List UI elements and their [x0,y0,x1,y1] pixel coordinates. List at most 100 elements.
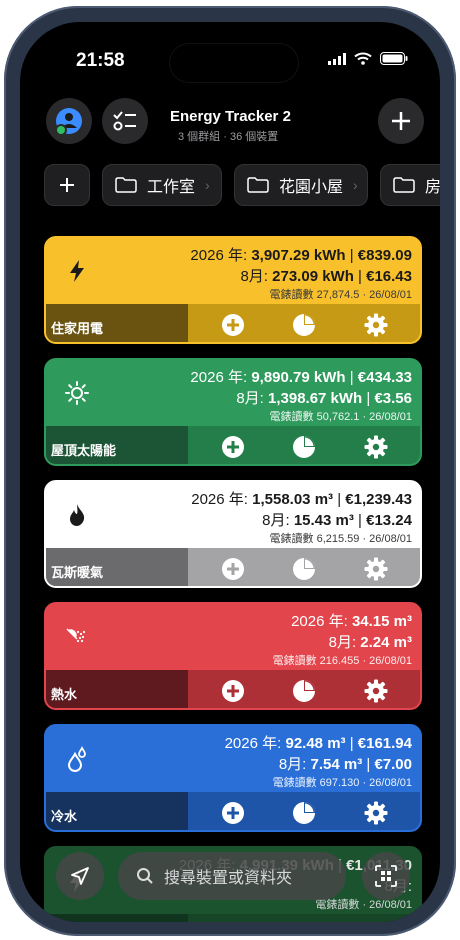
water-drops-icon [64,745,90,772]
location-button[interactable] [56,852,104,900]
qr-scan-icon [375,865,397,887]
card-summary: 2026 年: 92.48 m³ | €161.94 8月: 7.54 m³ |… [46,726,420,792]
separator: | [353,512,367,529]
card-actions: 屋頂太陽能 [46,426,420,464]
settings-button[interactable] [364,801,388,825]
add-reading-button[interactable] [221,557,245,581]
meter-reading: 電錶讀數 6,215.59 · 26/08/01 [269,533,412,545]
month-cost: €13.24 [366,512,412,529]
plus-icon [392,112,410,130]
clock: 21:58 [76,50,125,71]
month-cost: €7.00 [374,756,412,773]
device-card[interactable]: 2026 年: 3,907.29 kWh | €839.09 8月: 273.0… [44,236,422,344]
month-cost: €3.56 [374,390,412,407]
statistics-button[interactable] [292,313,316,337]
separator: | [345,735,358,752]
statistics-button[interactable] [292,801,316,825]
meter-reading: 電錶讀數 216.455 · 26/08/01 [272,655,412,667]
month-label: 8月: [278,756,307,773]
pie-chart-icon [293,680,315,702]
year-row: 2026 年: 9,890.79 kWh | €434.33 [190,366,412,387]
statistics-button[interactable] [292,679,316,703]
device-name: 屋頂太陽能 [46,426,188,464]
card-actions: 冷水 [46,792,420,830]
card-actions: 熱水 [46,670,420,708]
chevron-right-icon: › [205,177,210,193]
meter-reading: 電錶讀數 697.130 · 26/08/01 [272,777,412,789]
month-label: 8月: [262,512,290,529]
shower-icon [64,624,90,650]
device-card[interactable]: 2026 年: 1,558.03 m³ | €1,239.43 8月: 15.4… [44,480,422,588]
separator: | [345,369,358,386]
year-row: 2026 年: 1,558.03 m³ | €1,239.43 [191,488,412,509]
settings-button[interactable] [364,557,388,581]
phone-frame: 21:58 Energy Tracker 2 3 個群組 · 36 個裝置 工作… [4,6,456,936]
add-reading-button[interactable] [221,801,245,825]
device-card[interactable]: 2026 年: 34.15 m³ 8月: 2.24 m³ 電錶讀數 216.45… [44,602,422,710]
meter-reading: 電錶讀數 27,874.5 · 26/08/01 [269,289,412,301]
dynamic-island [170,44,298,82]
year-label: 2026 年: [291,613,348,630]
add-reading-button[interactable] [221,313,245,337]
month-row: 8月: 2.24 m³ [329,631,412,652]
folder-label: 花園小屋 [279,179,344,196]
folder-chip[interactable]: 花園小屋 › [234,164,368,206]
checklist-button[interactable] [102,98,148,144]
folder-chip[interactable]: 工作室 › [102,164,222,206]
pie-chart-icon [293,436,315,458]
add-reading-button[interactable] [221,435,245,459]
bolt-icon [64,258,90,284]
month-cost: €16.43 [366,268,412,285]
settings-button[interactable] [364,435,388,459]
search-field[interactable]: 搜尋裝置或資料夾 [118,852,346,900]
pie-chart-icon [293,802,315,824]
folder-chip[interactable]: 房 [380,164,440,206]
month-quantity: 1,398.67 kWh [268,390,363,407]
year-quantity: 34.15 m³ [351,613,412,630]
app-subtitle: 3 個群組 · 36 個裝置 [178,131,279,143]
year-label: 2026 年: [190,247,248,264]
plus-circle-icon [222,436,244,458]
card-summary: 2026 年: 1,558.03 m³ | €1,239.43 8月: 15.4… [46,482,420,548]
device-card[interactable]: 2026 年: 92.48 m³ | €161.94 8月: 7.54 m³ |… [44,724,422,832]
signal-icon [328,52,346,65]
add-folder-button[interactable] [44,164,90,206]
battery-icon [380,52,408,65]
card-summary: 2026 年: 34.15 m³ 8月: 2.24 m³ 電錶讀數 216.45… [46,604,420,670]
year-label: 2026 年: [224,735,282,752]
month-label: 8月: [328,634,357,651]
add-reading-button[interactable] [221,679,245,703]
settings-button[interactable] [364,313,388,337]
device-card[interactable]: 2026 年: 9,890.79 kWh | €434.33 8月: 1,398… [44,358,422,466]
month-row: 8月: 7.54 m³ | €7.00 [279,753,412,774]
device-name: 熱水 [46,670,188,708]
month-row: 8月: 273.09 kWh | €16.43 [240,265,412,286]
month-quantity: 7.54 m³ [310,756,363,773]
statistics-button[interactable] [292,435,316,459]
search-placeholder: 搜尋裝置或資料夾 [164,870,293,887]
add-device-button[interactable] [378,98,424,144]
year-quantity: 1,558.03 m³ [252,491,334,508]
separator: | [353,268,367,285]
month-row: 8月: 1,398.67 kWh | €3.56 [236,387,412,408]
scan-button[interactable] [362,852,410,900]
folder-bar: 工作室 › 花園小屋 › 房 [44,164,440,208]
wifi-icon [354,52,372,65]
statistics-button[interactable] [292,557,316,581]
gear-icon [364,435,388,459]
gear-icon [364,313,388,337]
card-summary: 2026 年: 3,907.29 kWh | €839.09 8月: 273.0… [46,238,420,304]
year-label: 2026 年: [191,491,248,508]
location-arrow-icon [71,867,89,885]
device-name: 住家用電 [46,304,188,342]
profile-button[interactable] [46,98,92,144]
year-quantity: 92.48 m³ [285,735,346,752]
pie-chart-icon [293,314,315,336]
separator: | [362,390,375,407]
month-label: 8月: [240,268,268,285]
settings-button[interactable] [364,679,388,703]
card-actions: 車庫 [46,914,420,922]
plus-circle-icon [222,802,244,824]
year-cost: €161.94 [357,735,412,752]
year-cost: €839.09 [357,247,412,264]
